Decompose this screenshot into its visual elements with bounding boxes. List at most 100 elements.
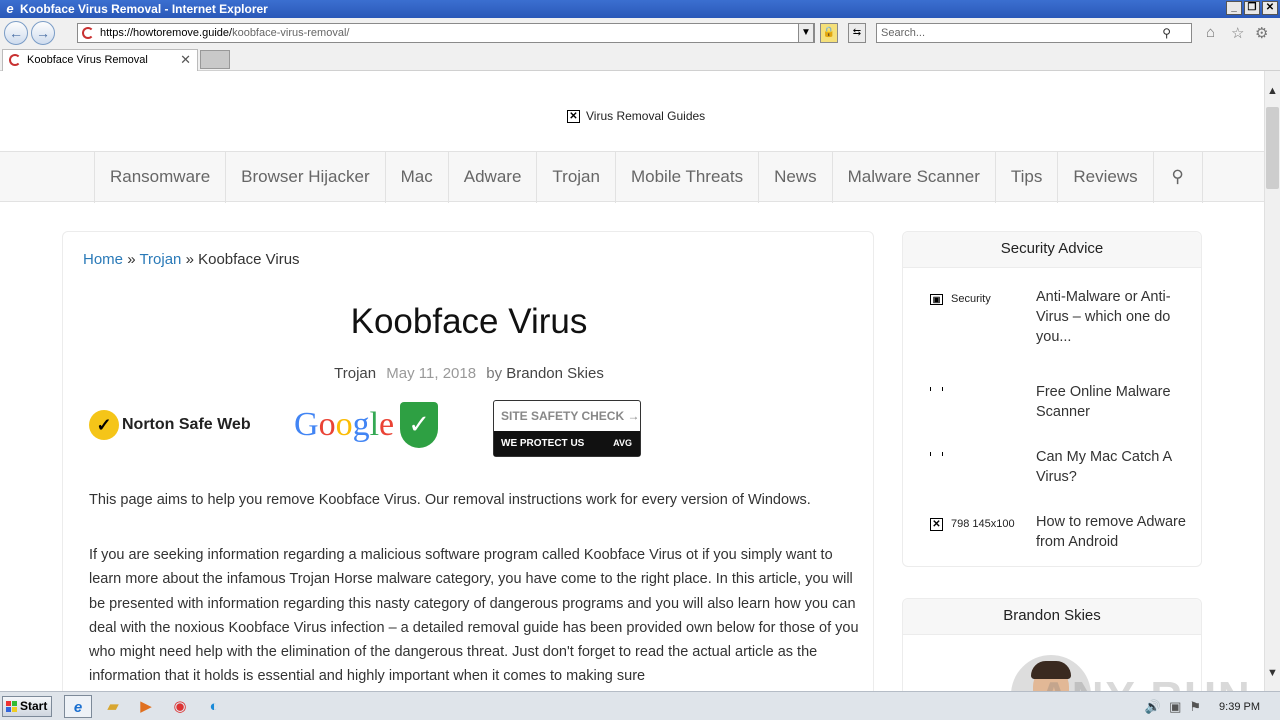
page-viewport: ✕ Virus Removal Guides Ransomware Browse… [0, 71, 1264, 691]
scroll-up-icon[interactable]: ▲ [1267, 85, 1278, 97]
address-bar[interactable]: https://howtoremove.guide/koobface-virus… [77, 23, 815, 43]
post-link[interactable]: How to remove Adware from Android [1036, 512, 1186, 552]
forward-button[interactable]: → [31, 21, 55, 45]
action-center-flag-icon[interactable]: ⚑ [1189, 699, 1201, 715]
menu-item-malware-scanner[interactable]: Malware Scanner [831, 152, 995, 203]
close-window-button[interactable]: ✕ [1262, 1, 1278, 15]
favorites-star-icon[interactable]: ☆ [1231, 24, 1244, 42]
menu-item-adware[interactable]: Adware [447, 152, 537, 203]
address-dropdown-button[interactable]: ▼ [798, 23, 814, 43]
arrow-right-icon: → [627, 409, 640, 423]
safety-badges: ✓ Norton Safe Web Google ✓ SITE SAFETY C… [89, 400, 689, 460]
menu-item-reviews[interactable]: Reviews [1057, 152, 1152, 203]
broken-image-icon [930, 387, 943, 391]
post-thumbnail[interactable]: ▣ Security [930, 292, 1030, 306]
taskbar-chrome-icon[interactable]: ◉ [166, 695, 194, 718]
article-author-link[interactable]: Brandon Skies [506, 365, 604, 382]
avg-site-safety-badge[interactable]: SITE SAFETY CHECK → WE PROTECT US AVG [493, 400, 641, 457]
scroll-thumb[interactable] [1266, 107, 1279, 189]
search-placeholder: Search... [881, 27, 926, 39]
menu-item-mobile-threats[interactable]: Mobile Threats [614, 152, 758, 203]
avg-top-label: SITE SAFETY CHECK [501, 409, 625, 423]
norton-check-icon: ✓ [89, 410, 119, 440]
widget-title: Security Advice [903, 232, 1201, 268]
post-link[interactable]: Free Online Malware Scanner [1036, 382, 1186, 422]
refresh-button[interactable]: ⇆ [848, 23, 866, 43]
avg-brand-label: AVG [613, 438, 632, 448]
url-host: https://howtoremove.guide/ [100, 27, 233, 39]
tab-favicon-icon [9, 54, 21, 66]
taskbar-folder-icon[interactable]: ▰ [99, 695, 127, 718]
breadcrumb-trojan-link[interactable]: Trojan [139, 251, 181, 268]
taskbar-edge-icon[interactable]: ◐ [200, 695, 228, 718]
article-by-label: by [486, 365, 503, 382]
norton-label: Norton Safe Web [122, 416, 251, 433]
post-link[interactable]: Anti-Malware or Anti-Virus – which one d… [1036, 287, 1186, 347]
back-button[interactable]: ← [4, 21, 28, 45]
close-tab-icon[interactable]: ✕ [180, 50, 191, 70]
settings-gear-icon[interactable]: ⚙ [1255, 24, 1268, 42]
scroll-down-icon[interactable]: ▼ [1267, 667, 1278, 679]
post-thumbnail[interactable] [930, 387, 1030, 391]
clock[interactable]: 9:39 PM [1219, 701, 1260, 713]
home-icon[interactable]: ⌂ [1206, 24, 1215, 41]
security-advice-widget: Security Advice ▣ Security Anti-Malware o… [902, 231, 1202, 567]
start-button[interactable]: Start [2, 696, 52, 717]
taskbar-media-player-icon[interactable]: ▶ [132, 695, 160, 718]
menu-item-news[interactable]: News [758, 152, 832, 203]
post-link[interactable]: Can My Mac Catch A Virus? [1036, 447, 1186, 487]
article-meta: Trojan May 11, 2018 by Brandon Skies [63, 365, 875, 382]
article-category-link[interactable]: Trojan [334, 365, 376, 382]
sidebar-post-item[interactable]: Can My Mac Catch A Virus? [903, 449, 1203, 512]
broken-image-icon: ▣ [930, 293, 943, 305]
shield-check-icon: ✓ [400, 402, 439, 448]
tab-koobface[interactable]: Koobface Virus Removal ✕ [2, 49, 198, 71]
widget-title: Brandon Skies [903, 599, 1201, 635]
menu-item-browser-hijacker[interactable]: Browser Hijacker [225, 152, 384, 203]
search-icon[interactable]: ⚲ [1162, 24, 1171, 42]
restore-button[interactable]: ❐ [1244, 1, 1260, 15]
taskbar: Start e ▰ ▶ ◉ ◐ 🔊 ▣ ⚑ 9:39 PM [0, 691, 1280, 720]
new-tab-button[interactable] [200, 50, 230, 69]
taskbar-ie-icon[interactable]: e [64, 695, 92, 718]
menu-item-mac[interactable]: Mac [384, 152, 448, 203]
article-paragraph: If you are seeking information regarding… [89, 547, 859, 685]
post-thumbnail[interactable]: ✕ 798 145x100 [930, 517, 1030, 531]
breadcrumb-separator: » [185, 251, 194, 268]
article-paragraph: This page aims to help you remove Koobfa… [89, 492, 811, 508]
breadcrumb-current: Koobface Virus [198, 251, 300, 268]
sidebar-post-item[interactable]: Free Online Malware Scanner [903, 384, 1203, 447]
minimize-button[interactable]: _ [1226, 1, 1242, 15]
avg-bottom-label: WE PROTECT US [501, 438, 585, 449]
window-titlebar: e Koobface Virus Removal - Internet Expl… [0, 0, 1280, 18]
sidebar-post-item[interactable]: ✕ 798 145x100 How to remove Adware from A… [903, 514, 1203, 577]
menu-item-tips[interactable]: Tips [994, 152, 1058, 203]
menu-item-trojan[interactable]: Trojan [536, 152, 615, 203]
speaker-icon[interactable]: 🔊 [1145, 699, 1161, 715]
search-input[interactable]: Search... ⚲ [876, 23, 1192, 43]
menu-item-ransomware[interactable]: Ransomware [94, 152, 225, 203]
network-icon[interactable]: ▣ [1169, 699, 1181, 715]
main-menu: Ransomware Browser Hijacker Mac Adware T… [0, 151, 1264, 203]
tab-label: Koobface Virus Removal [27, 54, 148, 66]
tab-row: Koobface Virus Removal ✕ [0, 48, 1280, 71]
norton-badge[interactable]: ✓ Norton Safe Web [89, 410, 251, 440]
article-card: Home » Trojan » Koobface Virus Koobface … [62, 231, 874, 691]
broken-image-icon [930, 452, 943, 456]
menu-search-icon[interactable]: ⚲ [1152, 152, 1203, 203]
breadcrumb-home-link[interactable]: Home [83, 251, 123, 268]
system-tray: 🔊 ▣ ⚑ 9:39 PM [1145, 692, 1280, 721]
breadcrumb-separator: » [127, 251, 136, 268]
anyrun-watermark: ANY RUN [1038, 673, 1252, 691]
article-date: May 11, 2018 [386, 365, 477, 382]
vertical-scrollbar[interactable]: ▲ ▼ [1264, 71, 1280, 691]
sidebar-post-item[interactable]: ▣ Security Anti-Malware or Anti-Virus – w… [903, 289, 1203, 352]
window-title: Koobface Virus Removal - Internet Explor… [20, 2, 268, 16]
breadcrumb: Home » Trojan » Koobface Virus [83, 251, 300, 268]
site-logo[interactable]: ✕ Virus Removal Guides [567, 109, 705, 123]
lock-icon[interactable]: 🔒 [820, 23, 838, 43]
post-thumbnail[interactable] [930, 452, 1030, 456]
google-wordmark: Google [294, 406, 395, 443]
thumbnail-alt-text: 798 145x100 [951, 518, 1015, 530]
google-safe-badge[interactable]: Google ✓ [294, 402, 439, 448]
